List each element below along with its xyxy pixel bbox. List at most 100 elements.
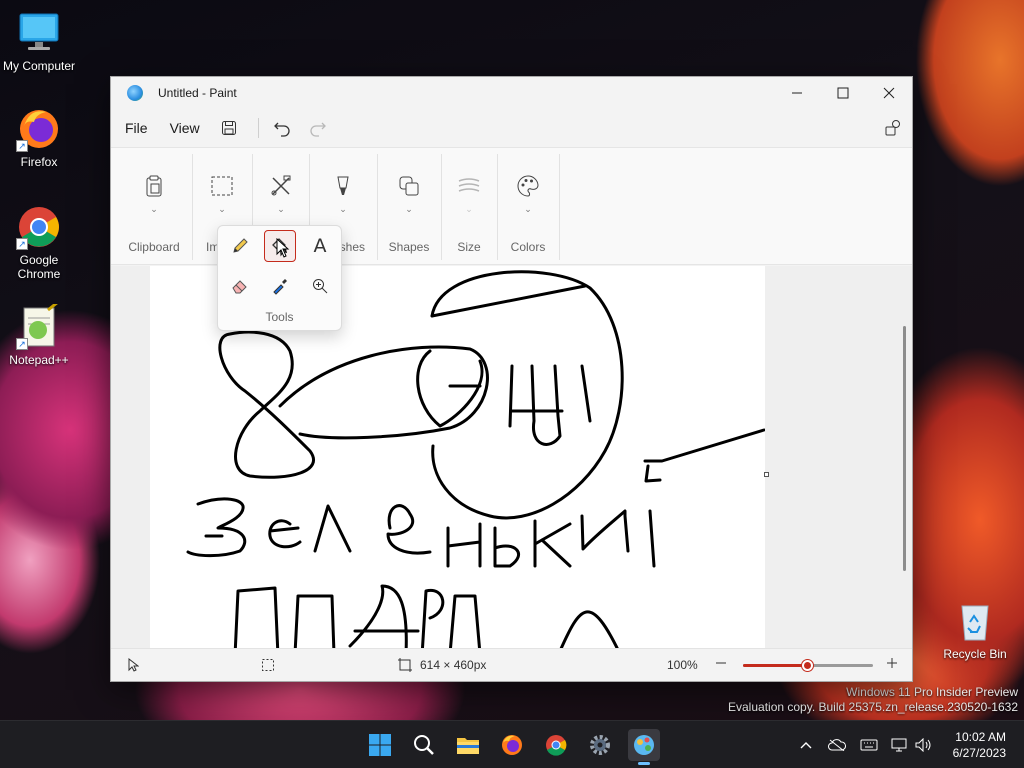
save-icon (221, 121, 236, 135)
desktop-icon-firefox[interactable]: ↗ Firefox (0, 106, 78, 169)
text-tool[interactable]: A (304, 230, 336, 262)
taskbar-paint[interactable] (628, 729, 660, 765)
canvas-resize-handle[interactable] (764, 472, 769, 477)
network-icon[interactable] (889, 735, 911, 755)
mouse-cursor-icon (276, 238, 290, 258)
desktop-icon-label: My Computer (2, 59, 76, 73)
desktop-icon-label: Notepad++ (9, 353, 69, 367)
taskbar-file-explorer[interactable] (452, 729, 484, 761)
desktop-icon-my-computer[interactable]: My Computer (0, 10, 78, 73)
close-button[interactable] (866, 77, 912, 109)
clock-time: 10:02 AM (955, 730, 1006, 744)
recycle-bin-icon (952, 598, 998, 644)
status-bar: 614 × 460px 100% (111, 648, 912, 681)
group-label: Shapes (388, 240, 430, 254)
onedrive-icon[interactable] (826, 735, 848, 755)
save-button[interactable] (214, 114, 244, 142)
search-button[interactable] (408, 729, 440, 761)
zoom-level[interactable]: 100% (667, 658, 698, 672)
folder-icon (457, 738, 479, 754)
magnifier-icon (313, 279, 328, 294)
file-menu[interactable]: File (117, 114, 156, 142)
settings-button[interactable] (878, 114, 908, 142)
tools-flyout-label: Tools (265, 310, 294, 324)
canvas-size-icon (398, 658, 412, 672)
taskbar-chrome[interactable] (540, 729, 572, 761)
palette-icon (517, 175, 539, 197)
magnifier-tool[interactable] (304, 270, 336, 302)
taskbar-clock[interactable]: 10:02 AM 6/27/2023 (953, 729, 1006, 761)
shapes-group[interactable]: ⌄ Shapes (378, 148, 440, 266)
desktop-icon-recycle-bin[interactable]: Recycle Bin (936, 598, 1014, 661)
paint-window: Untitled - Paint File View ⌄ Clipboard ⌄… (110, 76, 913, 682)
watermark-line: Windows 11 Pro Insider Preview (846, 685, 1018, 699)
chevron-down-icon: ⌄ (218, 204, 226, 214)
redo-icon (310, 122, 326, 137)
paint-app-icon (127, 85, 143, 101)
size-icon (458, 178, 480, 192)
chrome-icon (546, 735, 567, 756)
chevron-down-icon: ⌄ (339, 204, 347, 214)
shortcut-arrow-icon: ↗ (16, 140, 28, 152)
watermark-line: Evaluation copy. Build 25375.zn_release.… (728, 700, 1018, 714)
shortcut-arrow-icon: ↗ (16, 338, 28, 350)
chevron-down-icon: ⌄ (524, 204, 532, 214)
keyboard-glyph-icon (860, 739, 878, 751)
pencil-tool[interactable] (224, 230, 256, 262)
title-bar[interactable]: Untitled - Paint (111, 77, 912, 109)
desktop-icon-label: Recycle Bin (943, 647, 1007, 661)
windows-logo-icon (369, 734, 391, 756)
chevron-down-icon: ⌄ (405, 204, 413, 214)
desktop-icon-label: Google Chrome (17, 253, 61, 281)
desktop-icon-chrome[interactable]: ↗ Google Chrome (0, 204, 78, 281)
window-title: Untitled - Paint (158, 86, 237, 100)
search-icon (414, 735, 434, 755)
monitor-network-icon (891, 738, 907, 752)
zoom-slider-thumb[interactable] (802, 660, 813, 671)
volume-icon[interactable] (913, 735, 935, 755)
vertical-scrollbar[interactable] (903, 326, 906, 571)
taskbar-firefox[interactable] (496, 729, 528, 761)
select-rectangle-icon (211, 176, 233, 196)
zoom-in-button[interactable] (886, 657, 898, 669)
undo-icon (273, 122, 290, 137)
close-icon (883, 87, 895, 99)
selection-icon (262, 659, 274, 671)
color-picker-tool[interactable] (264, 270, 296, 302)
group-label: Clipboard (128, 240, 180, 254)
taskbar-settings[interactable] (584, 729, 616, 761)
zoom-slider-fill (743, 664, 808, 667)
group-label: Size (457, 240, 481, 254)
selection-size-indicator (261, 658, 275, 672)
clock-date: 6/27/2023 (952, 746, 1006, 760)
zoom-slider[interactable] (743, 660, 873, 671)
plus-icon (887, 658, 897, 668)
chrome-icon: ↗ (16, 204, 62, 250)
paint-app-icon (634, 735, 654, 755)
keyboard-icon[interactable] (858, 735, 880, 755)
speaker-icon (915, 738, 931, 752)
cloud-offline-icon (828, 739, 846, 751)
colors-group[interactable]: ⌄ Colors (498, 148, 558, 266)
minimize-icon (792, 92, 802, 94)
desktop-icon-notepad-plus-plus[interactable]: ↗ Notepad++ (0, 300, 78, 367)
eraser-tool[interactable] (224, 270, 256, 302)
start-button[interactable] (364, 729, 396, 761)
canvas-size-indicator: 614 × 460px (398, 658, 486, 672)
maximize-button[interactable] (820, 77, 866, 109)
view-menu[interactable]: View (162, 114, 208, 142)
maximize-icon (837, 87, 849, 99)
text-a-icon: A (313, 235, 327, 257)
pointer-icon (128, 658, 139, 672)
undo-button[interactable] (267, 114, 297, 142)
clipboard-group[interactable]: ⌄ Clipboard (117, 148, 191, 266)
zoom-out-button[interactable] (715, 657, 727, 669)
tools-icon (271, 175, 291, 196)
show-hidden-icons-button[interactable] (795, 735, 817, 755)
chevron-down-icon: ⌄ (150, 204, 158, 214)
redo-button[interactable] (303, 114, 333, 142)
canvas-size-text: 614 × 460px (420, 658, 487, 672)
minimize-button[interactable] (774, 77, 820, 109)
settings-icon (885, 120, 900, 136)
eraser-icon (232, 280, 247, 294)
